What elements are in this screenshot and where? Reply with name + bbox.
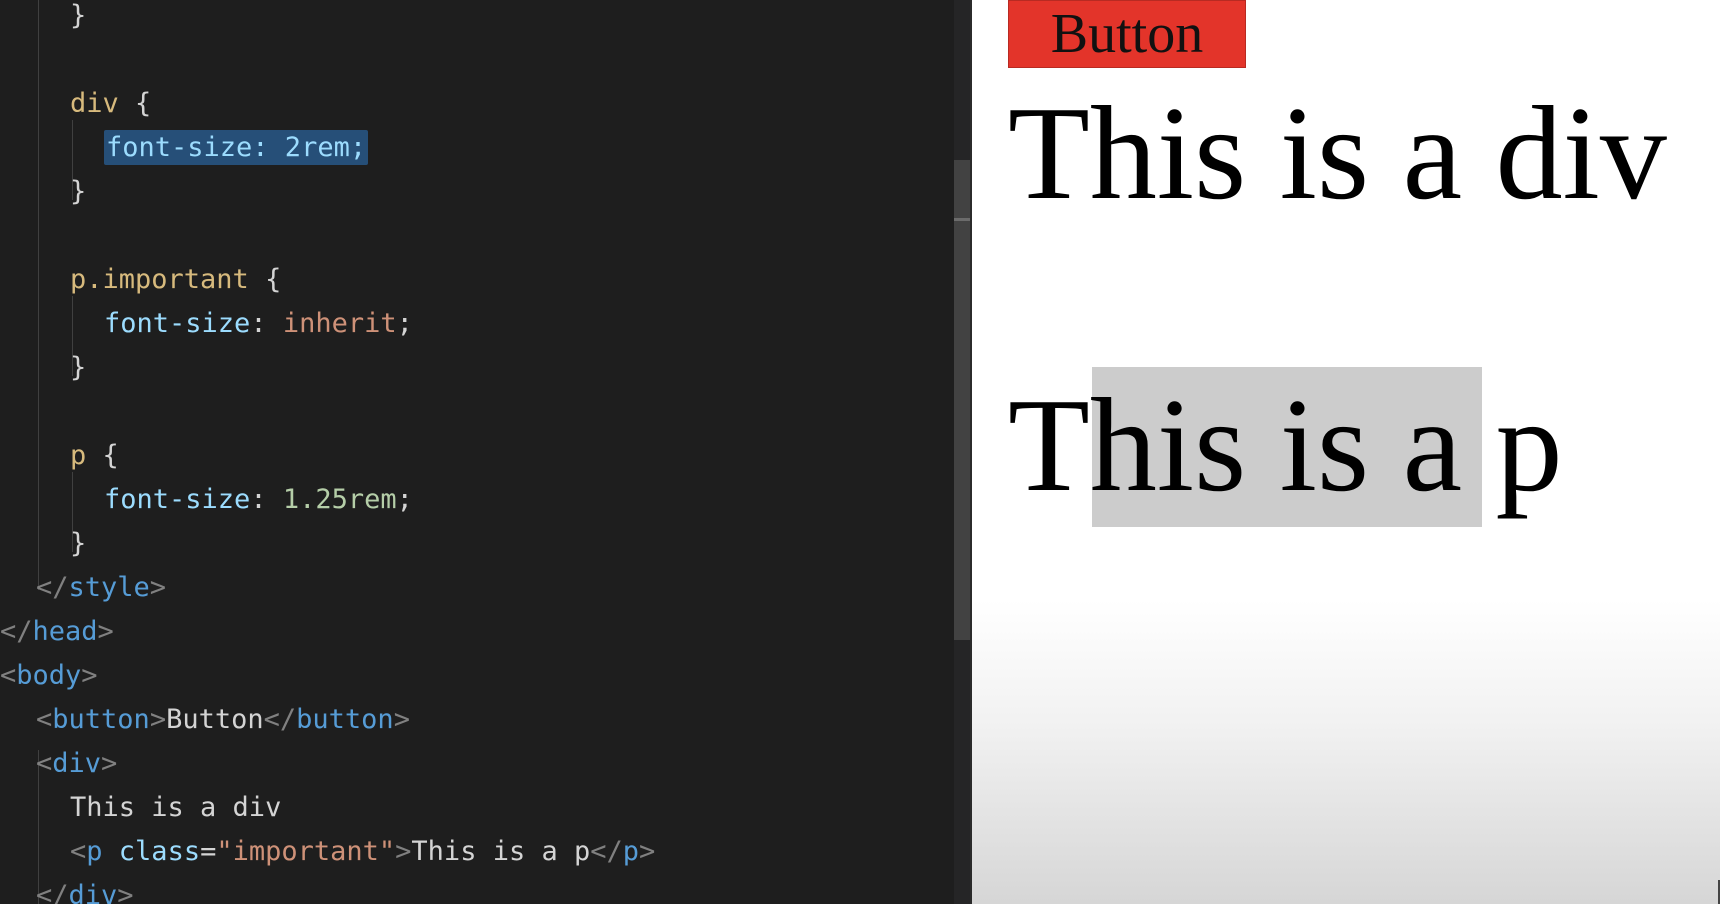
preview-div-text: This is a div bbox=[1008, 79, 1667, 227]
code-token: < bbox=[0, 660, 17, 691]
code-token: </ bbox=[36, 572, 69, 603]
code-line[interactable]: } bbox=[70, 522, 86, 566]
code-token: < bbox=[36, 748, 53, 779]
code-line[interactable]: <p class="important">This is a p</p> bbox=[70, 830, 655, 874]
screen: } div { font-size: 2rem; } p.important {… bbox=[0, 0, 1720, 904]
code-line[interactable]: } bbox=[70, 170, 86, 214]
code-token: Button bbox=[166, 704, 264, 735]
code-token: } bbox=[70, 0, 87, 31]
selected-code-token: font-size: 2rem; bbox=[104, 130, 369, 165]
code-line[interactable]: <button>Button</button> bbox=[36, 698, 410, 742]
code-token: p.important bbox=[70, 264, 249, 295]
code-token: } bbox=[70, 176, 87, 207]
code-line[interactable]: </div> bbox=[36, 874, 134, 904]
code-token: { bbox=[86, 440, 119, 471]
code-editor[interactable]: } div { font-size: 2rem; } p.important {… bbox=[0, 0, 954, 904]
code-token: </ bbox=[36, 880, 69, 904]
code-line[interactable]: <body> bbox=[0, 654, 98, 698]
code-token: This is a div bbox=[70, 792, 282, 823]
code-line[interactable]: </head> bbox=[0, 610, 114, 654]
code-token: > bbox=[149, 572, 167, 603]
code-line[interactable]: } bbox=[70, 346, 86, 390]
browser-preview: Button This is a div This is a p bbox=[972, 0, 1720, 904]
code-token: 1.25rem bbox=[282, 484, 397, 515]
code-token: button bbox=[296, 704, 394, 735]
code-token: inherit bbox=[282, 308, 397, 339]
code-token: font-size bbox=[104, 484, 251, 515]
code-line[interactable]: p.important { bbox=[70, 258, 281, 302]
indent-guide bbox=[38, 0, 39, 590]
code-token: > bbox=[97, 616, 114, 647]
code-token: > bbox=[639, 836, 656, 867]
code-line[interactable]: } bbox=[70, 0, 86, 38]
code-token: div bbox=[68, 880, 118, 904]
code-token: > bbox=[101, 748, 118, 779]
code-token: < bbox=[70, 836, 87, 867]
code-token: button bbox=[52, 704, 150, 735]
code-line[interactable]: font-size: inherit; bbox=[104, 302, 413, 346]
code-token: : bbox=[250, 484, 283, 515]
code-token: </ bbox=[0, 616, 33, 647]
code-token: > bbox=[395, 836, 412, 867]
code-token: p bbox=[86, 836, 103, 867]
code-token: { bbox=[118, 88, 152, 119]
code-line[interactable]: This is a div bbox=[70, 786, 281, 830]
code-token: p bbox=[622, 836, 640, 867]
code-line[interactable]: <div> bbox=[36, 742, 117, 786]
code-token: body bbox=[16, 660, 82, 691]
code-token: "important" bbox=[216, 836, 396, 867]
code-line[interactable]: div { bbox=[70, 82, 151, 126]
code-token: > bbox=[149, 704, 167, 735]
code-token: } bbox=[70, 528, 87, 559]
code-token: font-size bbox=[104, 308, 251, 339]
code-line[interactable]: </style> bbox=[36, 566, 166, 610]
scrollbar-selection-marker bbox=[954, 218, 970, 221]
code-token: div bbox=[70, 88, 119, 119]
code-token: > bbox=[117, 880, 134, 904]
code-token: style bbox=[68, 572, 150, 603]
code-token: : bbox=[250, 308, 283, 339]
code-line[interactable]: font-size: 1.25rem; bbox=[104, 478, 413, 522]
preview-button[interactable]: Button bbox=[1008, 0, 1246, 68]
code-token: </ bbox=[590, 836, 623, 867]
preview-paragraph-text: This is a p bbox=[1008, 371, 1563, 519]
editor-scrollbar-thumb[interactable] bbox=[954, 160, 970, 640]
code-line[interactable]: p { bbox=[70, 434, 119, 478]
code-token: } bbox=[70, 352, 87, 383]
code-token: ; bbox=[396, 308, 413, 339]
code-token: ; bbox=[396, 484, 413, 515]
code-token: div bbox=[52, 748, 102, 779]
code-token: = bbox=[200, 836, 217, 867]
code-token: > bbox=[393, 704, 410, 735]
code-token: class bbox=[118, 836, 201, 867]
code-token: < bbox=[36, 704, 53, 735]
code-token: head bbox=[32, 616, 98, 647]
code-token: p bbox=[70, 440, 87, 471]
code-token: </ bbox=[263, 704, 297, 735]
code-token: { bbox=[248, 264, 282, 295]
code-line[interactable]: font-size: 2rem; bbox=[104, 126, 369, 170]
code-token: This is a p bbox=[411, 836, 591, 867]
code-token: > bbox=[81, 660, 98, 691]
